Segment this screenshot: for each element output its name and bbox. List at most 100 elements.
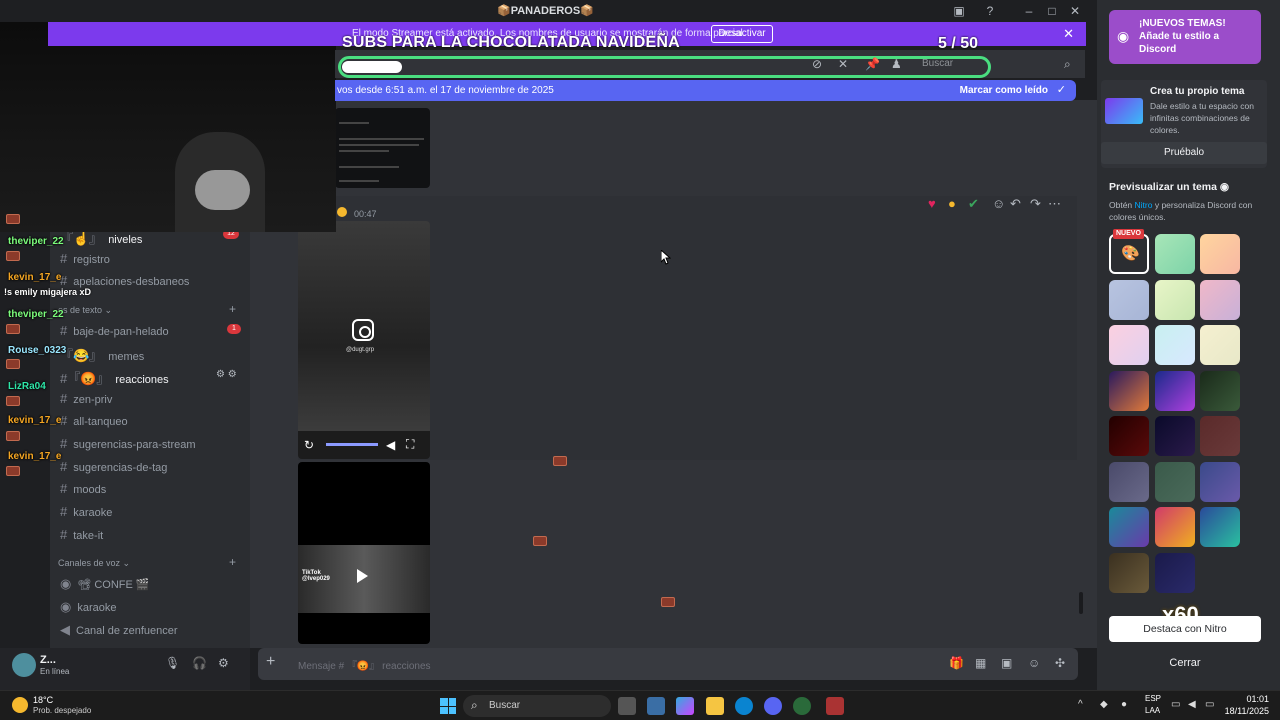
copilot-icon[interactable]: [676, 697, 694, 715]
theme-swatch[interactable]: [1109, 370, 1149, 411]
play-icon[interactable]: [357, 569, 368, 583]
theme-swatch[interactable]: [1155, 234, 1195, 274]
new-messages-bar[interactable]: vos desde 6:51 a.m. el 17 de noviembre d…: [335, 80, 1076, 101]
minimize-icon[interactable]: –: [1021, 3, 1037, 19]
video-attachment[interactable]: @dugt.grp ↻ ◀ ⛶: [298, 221, 430, 459]
sidebar-item-karaoke[interactable]: # karaoke: [60, 504, 112, 519]
close-icon[interactable]: ✕: [1063, 26, 1074, 42]
discord-icon[interactable]: [764, 697, 782, 715]
check-icon[interactable]: ✔: [968, 196, 979, 212]
taskbar-search[interactable]: ⌕ Buscar: [463, 695, 611, 717]
invite-icon[interactable]: ⚙ ⚙: [216, 369, 237, 380]
laugh-emoji-icon[interactable]: ●: [948, 196, 956, 211]
theme-swatch[interactable]: [1155, 416, 1195, 456]
sticker-icon[interactable]: ▣: [1001, 656, 1012, 670]
text-channels-header[interactable]: es de texto ⌄: [58, 305, 112, 316]
sidebar-item-reacciones[interactable]: #『😡』 reacciones: [60, 368, 169, 387]
tray-expand-icon[interactable]: ^: [1078, 699, 1083, 710]
language-code[interactable]: ESP: [1145, 694, 1161, 703]
theme-swatch[interactable]: [1200, 461, 1240, 502]
message-input[interactable]: Mensaje # 『😡』 reacciones: [298, 657, 431, 672]
more-icon[interactable]: ⋯: [1048, 196, 1061, 212]
sidebar-item-baje-de-pan-helado[interactable]: # baje-de-pan-helado: [60, 323, 169, 338]
sidebar-item-all-tanqueo[interactable]: # all-tanqueo: [60, 413, 128, 428]
reply-icon[interactable]: ↶: [1010, 196, 1021, 212]
nitro-button[interactable]: Destaca con Nitro: [1109, 616, 1261, 642]
mute-icon[interactable]: ✕: [838, 57, 848, 71]
volume-slider[interactable]: [326, 443, 378, 446]
theme-swatch[interactable]: [1109, 461, 1149, 502]
start-icon[interactable]: [440, 698, 456, 714]
volume-icon[interactable]: ◀: [386, 438, 395, 452]
theme-swatch[interactable]: [1109, 416, 1149, 456]
voice-channel-zenfuencer[interactable]: ◀ Canal de zenfuencer: [60, 622, 178, 638]
sidebar-item-sugerencias-de-tag[interactable]: # sugerencias-de-tag: [60, 459, 167, 474]
sidebar-item-moods[interactable]: # moods: [60, 481, 106, 496]
weather-icon[interactable]: [12, 697, 28, 713]
network-icon[interactable]: ▭: [1171, 699, 1180, 710]
tiktok-video[interactable]: TikTok @lvep029: [298, 462, 430, 644]
voice-channel-karaoke[interactable]: ◉ karaoke: [60, 599, 116, 615]
battery-icon[interactable]: ▭: [1205, 699, 1214, 710]
theme-swatch[interactable]: [1155, 552, 1195, 593]
app-icon[interactable]: [793, 697, 811, 715]
theme-swatch[interactable]: [1200, 507, 1240, 547]
theme-swatch[interactable]: [1109, 325, 1149, 365]
app-icon[interactable]: [826, 697, 844, 715]
theme-swatch[interactable]: [1200, 279, 1240, 320]
mic-icon[interactable]: 🎙: [165, 656, 180, 670]
sidebar-item-memes[interactable]: 『😂』 memes: [60, 345, 144, 364]
search-input[interactable]: Buscar: [916, 56, 1080, 72]
try-button[interactable]: Pruébalo: [1101, 142, 1267, 164]
help-icon[interactable]: ?: [982, 3, 998, 19]
keyboard-layout[interactable]: LAA: [1145, 706, 1160, 715]
nitro-link[interactable]: Nitro: [1135, 200, 1153, 210]
replay-icon[interactable]: ↻: [304, 438, 314, 452]
add-channel-icon[interactable]: +: [229, 555, 236, 569]
explorer-icon[interactable]: [706, 697, 724, 715]
theme-swatch[interactable]: [1155, 507, 1195, 547]
mic-icon[interactable]: ●: [1121, 699, 1127, 710]
emoji-icon[interactable]: ☺: [1028, 656, 1040, 670]
search-icon[interactable]: ⌕: [1064, 57, 1071, 72]
theme-swatch[interactable]: [1155, 370, 1195, 411]
scrollbar[interactable]: [1079, 592, 1083, 614]
heart-icon[interactable]: ♥: [928, 196, 936, 211]
volume-icon[interactable]: ◀: [1188, 699, 1196, 710]
members-icon[interactable]: ♟: [891, 57, 902, 71]
edge-icon[interactable]: [735, 697, 753, 715]
voice-channel-confe[interactable]: ◉ 📽 CONFE 🎬: [60, 576, 150, 592]
close-icon[interactable]: ✕: [1067, 3, 1083, 19]
theme-swatch[interactable]: [1155, 279, 1195, 320]
theme-swatch[interactable]: [1155, 325, 1195, 365]
theme-swatch[interactable]: [1109, 552, 1149, 593]
voice-channels-header[interactable]: Canales de voz ⌄: [58, 558, 130, 569]
add-attachment-icon[interactable]: +: [266, 653, 275, 671]
deactivate-button[interactable]: Desactivar: [711, 25, 773, 43]
sidebar-item-apelaciones-desbaneos[interactable]: # apelaciones-desbaneos: [60, 273, 189, 288]
mark-read-button[interactable]: Marcar como leído: [960, 85, 1048, 96]
theme-swatch[interactable]: [1109, 507, 1149, 547]
pin-icon[interactable]: 📌: [865, 57, 880, 71]
add-reaction-icon[interactable]: ☺: [992, 196, 1005, 211]
new-themes-promo[interactable]: ◉ ¡NUEVOS TEMAS! Añade tu estilo a Disco…: [1109, 10, 1261, 64]
avatar[interactable]: [12, 653, 36, 677]
close-button[interactable]: Cerrar: [1109, 652, 1261, 674]
screen-share-icon[interactable]: ▣: [951, 3, 967, 19]
fullscreen-icon[interactable]: ⛶: [406, 437, 414, 452]
forward-icon[interactable]: ↷: [1030, 196, 1041, 212]
clock-time[interactable]: 01:01: [1229, 694, 1269, 704]
store-icon[interactable]: [647, 697, 665, 715]
sidebar-item-registro[interactable]: # registro: [60, 251, 110, 266]
apps-icon[interactable]: ✣: [1055, 656, 1065, 670]
theme-swatch[interactable]: [1109, 279, 1149, 320]
sidebar-item-sugerencias-para-stream[interactable]: # sugerencias-para-stream: [60, 436, 196, 451]
maximize-icon[interactable]: □: [1044, 3, 1060, 19]
theme-swatch[interactable]: [1200, 325, 1240, 365]
theme-swatch[interactable]: [1200, 234, 1240, 274]
sidebar-item-zen-priv[interactable]: # zen-priv: [60, 391, 112, 406]
attachment-embed[interactable]: [335, 108, 430, 188]
theme-swatch[interactable]: [1200, 416, 1240, 456]
threads-icon[interactable]: ⊘: [812, 57, 822, 71]
headphones-icon[interactable]: 🎧: [192, 656, 207, 670]
